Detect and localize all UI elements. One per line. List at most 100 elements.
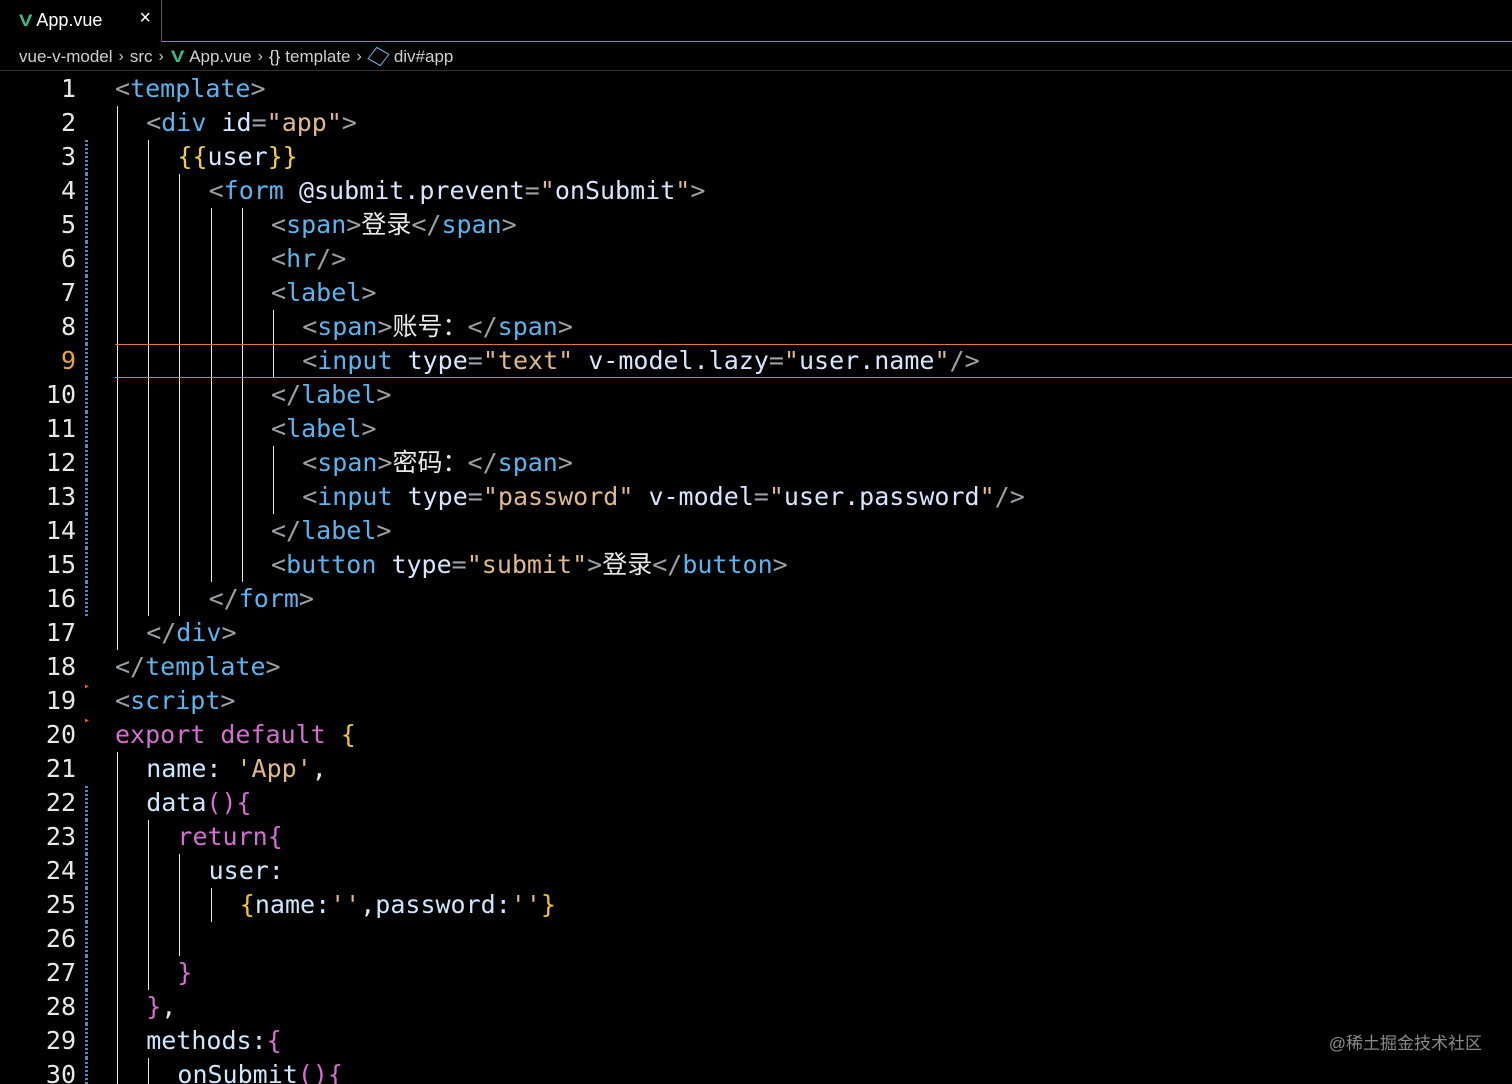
code-token: < bbox=[302, 346, 318, 375]
code-line[interactable]: 2 <div id="app"> bbox=[0, 106, 1512, 140]
code-line[interactable]: 3 {{user}} bbox=[0, 140, 1512, 174]
code-token: < bbox=[115, 74, 131, 103]
code-token: > bbox=[772, 550, 788, 579]
code-line[interactable]: 27} bbox=[0, 956, 1512, 990]
code-token: " bbox=[783, 346, 799, 375]
current-line-highlight bbox=[115, 344, 1512, 345]
code-editor[interactable]: 1 <template> 2 <div id="app"> 3 {{user}} 4 <for… bbox=[0, 72, 1512, 1084]
tab-app-vue[interactable]: V App.vue × bbox=[0, 0, 162, 43]
code-line[interactable]: 23 return{ bbox=[0, 820, 1512, 854]
code-token: , bbox=[311, 754, 327, 783]
breadcrumb-project[interactable]: vue-v-model bbox=[19, 47, 113, 67]
code-line[interactable]: 10 </label> bbox=[0, 378, 1512, 412]
code-token: > bbox=[557, 312, 573, 341]
vue-file-icon: V bbox=[18, 10, 33, 30]
code-token: v-model bbox=[648, 482, 754, 511]
code-line[interactable]: 28}, bbox=[0, 990, 1512, 1024]
indent-guide bbox=[241, 548, 243, 582]
indent-guide bbox=[210, 208, 212, 242]
breadcrumb-folder[interactable]: src bbox=[130, 47, 153, 67]
indent-guide bbox=[148, 956, 150, 990]
code-line[interactable]: 1 <template> bbox=[0, 72, 1512, 106]
code-token: < bbox=[115, 686, 131, 715]
code-text: data(){ bbox=[146, 786, 251, 820]
modified-gutter-marker bbox=[85, 276, 88, 310]
indent-guide bbox=[210, 514, 212, 548]
code-token: label bbox=[301, 516, 377, 545]
tab-label: App.vue bbox=[36, 10, 103, 30]
indent-guide bbox=[179, 242, 181, 276]
code-line[interactable]: 18 </template> bbox=[0, 650, 1512, 684]
code-token: hr bbox=[286, 244, 317, 273]
code-line[interactable]: 15 <button type="submit">登录</button> bbox=[0, 548, 1512, 582]
code-line[interactable]: 30 onSubmit(){ bbox=[0, 1058, 1512, 1084]
breadcrumb-element[interactable]: div#app bbox=[394, 47, 454, 67]
indent-guide bbox=[117, 1058, 118, 1084]
code-line[interactable]: 17 </div> bbox=[0, 616, 1512, 650]
code-text: <form @submit.prevent="onSubmit"> bbox=[209, 174, 706, 208]
code-text: <hr/> bbox=[271, 242, 346, 276]
code-text: </label> bbox=[271, 378, 391, 412]
code-token: id bbox=[221, 108, 252, 137]
code-token: onSubmit bbox=[177, 1060, 298, 1084]
line-number: 12 bbox=[45, 448, 76, 477]
indent-guide bbox=[148, 480, 150, 514]
code-line[interactable]: 26 bbox=[0, 922, 1512, 956]
code-line[interactable]: 24 user: bbox=[0, 854, 1512, 888]
indent-guide bbox=[210, 242, 212, 276]
code-token: </ bbox=[271, 380, 302, 409]
breadcrumb-file[interactable]: App.vue bbox=[189, 47, 251, 67]
code-text: <div id="app"> bbox=[146, 106, 357, 140]
code-text: <input type="password" v-model="user.pas… bbox=[302, 480, 1025, 514]
code-line[interactable]: 19 ▸ <script> bbox=[0, 681, 1512, 718]
code-line[interactable]: 21 name: 'App', bbox=[0, 752, 1512, 786]
vue-file-icon: V bbox=[170, 46, 185, 66]
code-text: <label> bbox=[271, 412, 376, 446]
code-token: > bbox=[265, 652, 281, 681]
code-line[interactable]: 16 </form> bbox=[0, 582, 1512, 616]
modified-gutter-marker bbox=[85, 922, 88, 956]
code-line[interactable]: 6 <hr/> bbox=[0, 242, 1512, 276]
code-line[interactable]: 7 <label> bbox=[0, 276, 1512, 310]
line-number: 11 bbox=[45, 414, 76, 443]
code-token: </ bbox=[411, 210, 442, 239]
line-number: 7 bbox=[60, 278, 76, 307]
indent-guide bbox=[148, 1058, 150, 1084]
indent-guide bbox=[117, 140, 118, 174]
code-token: '' bbox=[330, 890, 361, 919]
close-icon[interactable]: × bbox=[139, 7, 151, 30]
indent-guide bbox=[117, 582, 118, 616]
code-token: < bbox=[271, 210, 287, 239]
code-text: <template> bbox=[115, 72, 266, 106]
line-number: 13 bbox=[45, 482, 76, 511]
code-token: div bbox=[161, 108, 207, 137]
code-line[interactable]: 25 {name:'',password:''} bbox=[0, 888, 1512, 922]
code-line[interactable]: 12 <span>密码：</span> bbox=[0, 446, 1512, 480]
modified-gutter-marker bbox=[85, 514, 88, 548]
modified-gutter-marker bbox=[85, 582, 88, 616]
code-line[interactable]: 22 data(){ bbox=[0, 786, 1512, 820]
modified-gutter-marker bbox=[85, 480, 88, 514]
code-token: span bbox=[317, 448, 378, 477]
code-text: <span>登录</span> bbox=[271, 208, 517, 242]
modified-gutter-marker bbox=[85, 310, 88, 344]
code-line[interactable]: 11 <label> bbox=[0, 412, 1512, 446]
indent-guide bbox=[117, 106, 118, 140]
code-token: password: bbox=[375, 890, 511, 919]
indent-guide bbox=[179, 514, 181, 548]
indent-guide bbox=[117, 786, 118, 820]
code-line[interactable]: 13 <input type="password" v-model="user.p… bbox=[0, 480, 1512, 514]
code-line[interactable]: 20 ▸ export default { bbox=[0, 715, 1512, 752]
code-line[interactable]: 29 methods:{ bbox=[0, 1024, 1512, 1058]
code-line[interactable]: 14 </label> bbox=[0, 514, 1512, 548]
code-line[interactable]: 9 <input type="text" v-model.lazy="user.n… bbox=[0, 344, 1512, 378]
indent-guide bbox=[179, 582, 181, 616]
breadcrumb-section[interactable]: template bbox=[285, 47, 350, 67]
code-token: < bbox=[146, 108, 162, 137]
code-token: "text" bbox=[482, 346, 574, 375]
code-line[interactable]: 8 <span>账号：</span> bbox=[0, 310, 1512, 344]
code-token: " bbox=[768, 482, 784, 511]
code-line[interactable]: 5 <span>登录</span> bbox=[0, 208, 1512, 242]
code-token: </ bbox=[271, 516, 302, 545]
code-line[interactable]: 4 <form @submit.prevent="onSubmit"> bbox=[0, 174, 1512, 208]
